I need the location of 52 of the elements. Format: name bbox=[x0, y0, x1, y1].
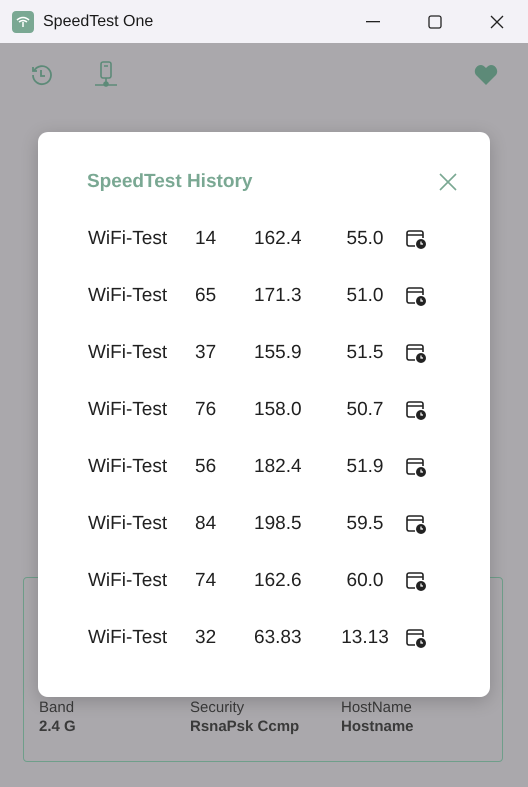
calendar-clock-icon[interactable] bbox=[405, 456, 427, 478]
table-cell-text: 162.4 bbox=[254, 228, 303, 250]
table-cell-text: 59.5 bbox=[346, 512, 384, 534]
table-cell-text: 55.0 bbox=[346, 228, 384, 250]
info-label: Security bbox=[190, 699, 246, 716]
info-value: Hostname bbox=[341, 718, 415, 735]
test-name: WiFi-Test bbox=[88, 570, 168, 592]
table-cell-text: 32 bbox=[195, 626, 218, 648]
table-cell-text: 50.7 bbox=[346, 398, 384, 420]
table-cell-text: 51.5 bbox=[346, 342, 384, 364]
table-cell-text: 182.4 bbox=[254, 456, 303, 478]
calendar-clock-icon[interactable] bbox=[405, 570, 427, 592]
table-cell-text: 162.6 bbox=[254, 570, 303, 592]
maximize-button[interactable] bbox=[428, 14, 442, 28]
table-cell-text: 198.5 bbox=[254, 512, 303, 534]
info-value: RsnaPsk Ccmp bbox=[190, 718, 300, 735]
table-cell-text: 14 bbox=[195, 228, 218, 250]
dialog-title: SpeedTest History bbox=[87, 171, 252, 193]
table-cell-text: 171.3 bbox=[254, 284, 303, 306]
window-title: SpeedTest One bbox=[43, 12, 154, 30]
table-cell-text: 51.9 bbox=[346, 456, 384, 478]
calendar-clock-icon[interactable] bbox=[405, 512, 427, 534]
test-name: WiFi-Test bbox=[88, 398, 168, 420]
close-button[interactable] bbox=[490, 14, 504, 28]
table-cell-text: 65 bbox=[195, 284, 218, 306]
calendar-clock-icon[interactable] bbox=[405, 398, 427, 420]
table-cell-text: 63.83 bbox=[254, 626, 303, 648]
info-value: 2.4 G bbox=[39, 718, 77, 735]
table-cell-text: 51.0 bbox=[346, 284, 384, 306]
app-icon bbox=[12, 10, 34, 32]
calendar-clock-icon[interactable] bbox=[405, 284, 427, 306]
table-cell-text: 76 bbox=[195, 398, 218, 420]
info-label: Band bbox=[39, 699, 76, 716]
table-cell-text: 84 bbox=[195, 512, 218, 534]
calendar-clock-icon[interactable] bbox=[405, 228, 427, 250]
table-cell-text: 60.0 bbox=[346, 570, 384, 592]
calendar-clock-icon[interactable] bbox=[405, 626, 427, 648]
minimize-button[interactable] bbox=[366, 20, 380, 22]
test-name: WiFi-Test bbox=[88, 342, 168, 364]
table-cell-text: 155.9 bbox=[254, 342, 303, 364]
table-cell-text: 13.13 bbox=[340, 626, 390, 648]
test-name: WiFi-Test bbox=[88, 626, 168, 648]
table-cell-text: 74 bbox=[195, 570, 218, 592]
test-name: WiFi-Test bbox=[88, 284, 168, 306]
calendar-clock-icon[interactable] bbox=[405, 342, 427, 364]
test-name: WiFi-Test bbox=[88, 456, 168, 478]
test-name: WiFi-Test bbox=[88, 512, 168, 534]
test-name: WiFi-Test bbox=[88, 228, 168, 250]
table-cell-text: 56 bbox=[195, 456, 218, 478]
table-cell-text: 37 bbox=[195, 342, 218, 364]
info-label: HostName bbox=[341, 699, 413, 716]
table-cell-text: 158.0 bbox=[254, 398, 303, 420]
